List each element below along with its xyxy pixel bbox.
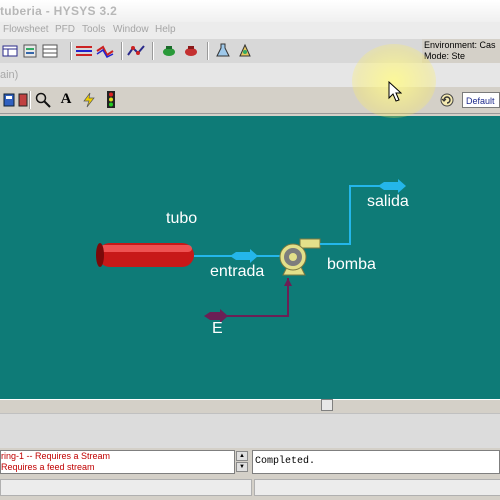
- connect-icon[interactable]: [96, 42, 114, 59]
- pump-bomba[interactable]: [279, 238, 321, 276]
- pipe-segment-tubo[interactable]: [96, 243, 194, 267]
- case-study-icon[interactable]: [127, 42, 145, 59]
- message-line: Requires a feed stream: [1, 462, 95, 472]
- mouse-cursor-icon: [388, 81, 402, 102]
- scroll-down-icon[interactable]: ▼: [236, 462, 248, 472]
- toolbar-separator: [121, 42, 123, 60]
- status-bar: [0, 474, 500, 500]
- toolbar-separator: [207, 42, 209, 60]
- red-object-icon[interactable]: [182, 42, 200, 59]
- window-title: tuberia - HYSYS 3.2: [0, 4, 118, 18]
- label-salida[interactable]: salida: [367, 193, 409, 211]
- toolbar-separator: [29, 91, 31, 109]
- pfd-canvas[interactable]: tubo entrada bomba salida E: [0, 116, 500, 399]
- scroll-up-icon[interactable]: ▲: [236, 451, 248, 461]
- status-cell: [0, 479, 252, 496]
- stream-entrada[interactable]: [194, 249, 282, 263]
- menu-tools[interactable]: Tools: [82, 24, 105, 35]
- lightning-icon[interactable]: [80, 91, 98, 108]
- menu-window[interactable]: Window: [113, 24, 149, 35]
- menu-bar: Flowsheet PFD Tools Window Help: [0, 22, 500, 39]
- pfd-window-title: ain): [0, 69, 19, 81]
- color-scheme-select[interactable]: Default: [462, 92, 500, 108]
- lab-icon[interactable]: [236, 42, 254, 59]
- toolbar-separator: [152, 42, 154, 60]
- workbook-icon[interactable]: [1, 42, 19, 59]
- green-object-icon[interactable]: [160, 42, 178, 59]
- refresh-icon[interactable]: [438, 91, 456, 108]
- traffic-light-icon[interactable]: [102, 91, 120, 108]
- table-icon[interactable]: [41, 42, 59, 59]
- zoom-icon[interactable]: [34, 91, 52, 108]
- message-line: ring-1 -- Requires a Stream: [1, 451, 111, 461]
- menu-pfd[interactable]: PFD: [55, 24, 75, 35]
- trace-messages: ring-1 -- Requires a Stream Requires a f…: [0, 450, 235, 474]
- horizontal-scrollbar[interactable]: [0, 399, 500, 414]
- status-window: Completed.: [252, 450, 500, 474]
- mode-label: Mode: Ste: [424, 51, 466, 61]
- status-cell: [254, 479, 500, 496]
- label-entrada[interactable]: entrada: [210, 263, 264, 281]
- toolbar-separator: [70, 42, 72, 60]
- properties-icon[interactable]: [21, 42, 39, 59]
- label-tubo[interactable]: tubo: [166, 210, 197, 228]
- menu-flowsheet[interactable]: Flowsheet: [3, 24, 49, 35]
- streams-icon[interactable]: [75, 42, 93, 59]
- stream-salida[interactable]: [320, 179, 406, 245]
- text-tool-icon[interactable]: A: [57, 91, 75, 108]
- flask-icon[interactable]: [214, 42, 232, 59]
- menu-help[interactable]: Help: [155, 24, 176, 35]
- label-e[interactable]: E: [212, 320, 223, 338]
- environment-info: Environment: Cas Mode: Ste: [424, 40, 500, 62]
- environment-label: Environment: Cas: [424, 40, 496, 50]
- messages-scrollbar[interactable]: ▲ ▼: [235, 450, 249, 474]
- scrollbar-thumb[interactable]: [321, 399, 333, 411]
- label-bomba[interactable]: bomba: [327, 256, 376, 274]
- energy-stream-e[interactable]: [204, 278, 292, 323]
- title-bar: tuberia - HYSYS 3.2: [0, 0, 500, 23]
- status-text: Completed.: [255, 456, 316, 467]
- desktop-area: [0, 413, 500, 448]
